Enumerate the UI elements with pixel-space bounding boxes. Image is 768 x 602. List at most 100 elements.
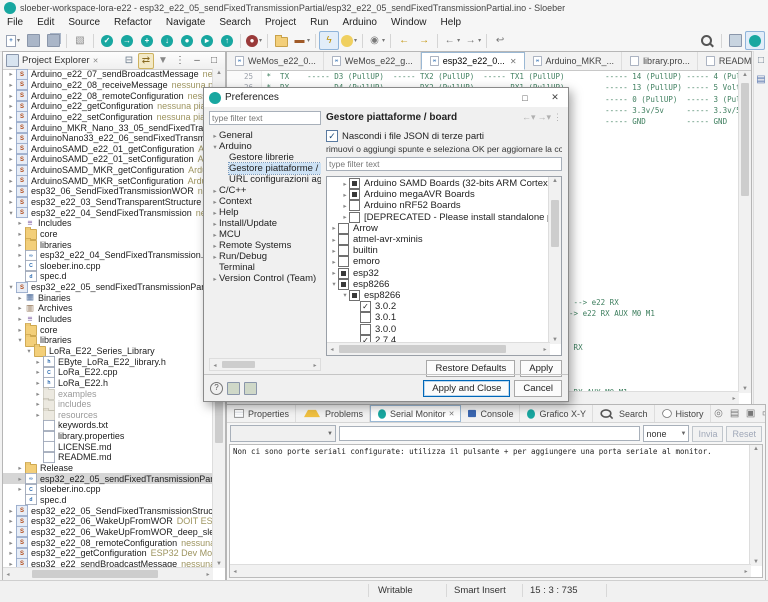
dropdown-arrow-icon[interactable]: ▾ bbox=[382, 37, 385, 44]
tree-item[interactable]: ▸SArduinoSAMD_e22_01_setConfigurationArd… bbox=[3, 153, 213, 165]
expanded-arrow-icon[interactable]: ▾ bbox=[330, 280, 338, 288]
tree-item[interactable]: ▸ core bbox=[3, 227, 213, 241]
nav-horizontal-scrollbar[interactable]: ◂ ▸ bbox=[209, 358, 321, 371]
link-editor-button[interactable]: ⇄ bbox=[138, 52, 154, 69]
close-tab-icon[interactable]: ✕ bbox=[449, 410, 455, 418]
dropdown-arrow-icon[interactable]: ▾ bbox=[457, 37, 460, 44]
line-ending-combo[interactable]: none ▼ bbox=[643, 425, 690, 442]
nav-forward-button[interactable]: → ▾ bbox=[462, 31, 483, 50]
collapsed-arrow-icon[interactable]: ▸ bbox=[16, 230, 24, 238]
collapsed-arrow-icon[interactable]: ▸ bbox=[16, 464, 24, 472]
menu-help[interactable]: Help bbox=[434, 17, 469, 28]
clear-console-button[interactable]: ▭ bbox=[759, 406, 765, 422]
collapsed-arrow-icon[interactable]: ▸ bbox=[34, 390, 42, 398]
board-row[interactable]: ▸ builtin bbox=[328, 245, 549, 257]
collapsed-arrow-icon[interactable]: ▸ bbox=[341, 213, 349, 221]
preferences-nav-item[interactable]: Gestore piattaforme / bo bbox=[209, 162, 321, 175]
tree-item[interactable]: ▸ C LoRa_E22.cpp bbox=[3, 366, 213, 378]
tree-item[interactable]: ▸ resources bbox=[3, 408, 213, 422]
scroll-down-icon[interactable]: ▼ bbox=[750, 559, 762, 565]
menu-file[interactable]: File bbox=[0, 17, 30, 28]
preferences-nav-item[interactable]: URL configurazioni aggi bbox=[209, 174, 321, 185]
tree-item[interactable]: ▸ h LoRa_E22.h bbox=[3, 377, 213, 389]
collapsed-arrow-icon[interactable]: ▸ bbox=[16, 326, 24, 334]
tree-item[interactable]: ▸ Csloeber.ino.cpp bbox=[3, 260, 213, 272]
nav-back-yellow-button[interactable]: ← bbox=[394, 31, 414, 50]
preferences-filter-input[interactable] bbox=[209, 111, 321, 125]
tree-item[interactable]: ▸ Release bbox=[3, 461, 213, 475]
collapsed-arrow-icon[interactable]: ▸ bbox=[341, 180, 349, 188]
dropdown-arrow-icon[interactable]: ▾ bbox=[17, 37, 20, 44]
menu-arduino[interactable]: Arduino bbox=[335, 17, 383, 28]
view-tab-serial-monitor[interactable]: Serial Monitor ✕ bbox=[370, 405, 462, 422]
scroll-left-icon[interactable]: ◂ bbox=[231, 568, 239, 575]
collapsed-arrow-icon[interactable]: ▸ bbox=[211, 231, 219, 239]
preferences-nav-item[interactable]: ▸ Install/Update bbox=[209, 218, 321, 229]
collapse-all-button[interactable]: ⊟ bbox=[121, 53, 137, 69]
scroll-up-icon[interactable]: ▲ bbox=[213, 70, 225, 76]
serial-message-input[interactable] bbox=[339, 426, 641, 441]
collapsed-arrow-icon[interactable]: ▸ bbox=[7, 113, 15, 121]
tree-item[interactable]: ▸SArduino_MKR_Nano_33_05_sendFixedTransm… bbox=[3, 122, 213, 134]
scroll-right-icon[interactable]: ▸ bbox=[730, 395, 738, 402]
tree-item[interactable]: ▸SArduinoSAMD_MKR_getConfigurationArduin… bbox=[3, 164, 213, 176]
preferences-nav-item[interactable]: ▸ Version Control (Team) bbox=[209, 273, 321, 284]
board-checkbox[interactable] bbox=[360, 312, 371, 324]
collapsed-arrow-icon[interactable]: ▸ bbox=[7, 177, 15, 185]
tree-item[interactable]: ▸ ▦ Binaries bbox=[3, 292, 213, 303]
serial-monitor-output[interactable]: Non ci sono porte seriali configurate: u… bbox=[229, 444, 763, 578]
collapsed-arrow-icon[interactable]: ▸ bbox=[16, 475, 24, 483]
collapsed-arrow-icon[interactable]: ▸ bbox=[330, 224, 338, 232]
board-checkbox[interactable] bbox=[338, 234, 349, 246]
tree-item[interactable]: ▸ Sesp32_e22_getConfiguration ESP32 Dev Mo… bbox=[3, 547, 213, 559]
board-config-button[interactable]: ↑ bbox=[217, 31, 237, 50]
board-row[interactable]: ▸ Arduino nRF52 Boards bbox=[328, 200, 549, 212]
menu-source[interactable]: Source bbox=[61, 17, 107, 28]
scrollbar-thumb[interactable] bbox=[339, 345, 507, 353]
collapsed-arrow-icon[interactable]: ▸ bbox=[7, 539, 15, 547]
collapsed-arrow-icon[interactable]: ▸ bbox=[211, 220, 219, 228]
collapsed-arrow-icon[interactable]: ▸ bbox=[211, 198, 219, 206]
import-library-button[interactable]: ↓ bbox=[157, 31, 177, 50]
dialog-maximize-icon[interactable]: □ bbox=[512, 88, 538, 107]
board-checkbox[interactable] bbox=[338, 278, 349, 290]
collapsed-arrow-icon[interactable]: ▸ bbox=[7, 528, 15, 536]
reset-button[interactable]: Reset bbox=[726, 425, 762, 442]
board-checkbox[interactable] bbox=[349, 189, 360, 201]
tree-item[interactable]: library.properties bbox=[3, 430, 213, 442]
collapsed-arrow-icon[interactable]: ▸ bbox=[341, 191, 349, 199]
dialog-close-icon[interactable]: ✕ bbox=[542, 88, 568, 107]
back-history-icon[interactable]: ←▾ bbox=[522, 112, 536, 123]
menu-navigate[interactable]: Navigate bbox=[159, 17, 212, 28]
board-checkbox[interactable] bbox=[349, 289, 360, 301]
bulb-button[interactable]: ▾ bbox=[339, 31, 359, 50]
view-tab-grafico-x-y[interactable]: Grafico X-Y bbox=[520, 405, 593, 422]
scrollbar-thumb[interactable] bbox=[741, 83, 749, 196]
preferences-nav-item[interactable]: ▸ General bbox=[209, 130, 321, 141]
plotter-button[interactable]: ▸ bbox=[197, 31, 217, 50]
scroll-lock-button[interactable]: ▣ bbox=[743, 406, 759, 422]
board-row[interactable]: ▸ Arduino megaAVR Boards bbox=[328, 189, 549, 201]
collapsed-arrow-icon[interactable]: ▸ bbox=[16, 262, 24, 270]
lightning-button[interactable]: ϟ bbox=[319, 31, 340, 50]
view-menu-icon[interactable]: ⋮ bbox=[553, 112, 562, 123]
tree-item[interactable]: ▸ h EByte_LoRa_E22_library.h bbox=[3, 356, 213, 368]
nav-forward-yellow-button[interactable]: → bbox=[414, 31, 434, 50]
editor-tab[interactable]: README.md bbox=[698, 52, 751, 70]
tree-item[interactable]: ▸SArduinoSAMD_e22_01_getConfigurationArd… bbox=[3, 143, 213, 155]
tree-item[interactable]: README.md bbox=[3, 451, 213, 463]
menu-project[interactable]: Project bbox=[258, 17, 303, 28]
collapsed-arrow-icon[interactable]: ▸ bbox=[330, 258, 338, 266]
tree-item[interactable]: ▸ examples bbox=[3, 387, 213, 401]
upload-button[interactable]: → bbox=[117, 31, 137, 50]
tree-item[interactable]: ▸Sesp32_06_SendFixedTransmissionWORnessu… bbox=[3, 185, 213, 197]
editor-tab[interactable]: ∞ WeMos_e22_0... bbox=[227, 52, 324, 70]
dropdown-arrow-icon[interactable]: ▾ bbox=[478, 37, 481, 44]
collapsed-arrow-icon[interactable]: ▸ bbox=[341, 202, 349, 210]
cancel-button[interactable]: Cancel bbox=[514, 379, 562, 397]
dropdown-arrow-icon[interactable]: ▾ bbox=[259, 37, 262, 44]
person-button[interactable]: ◉ ▾ bbox=[366, 31, 387, 50]
editor-tab[interactable]: library.pro... bbox=[622, 52, 698, 70]
collapsed-arrow-icon[interactable]: ▸ bbox=[16, 485, 24, 493]
expanded-arrow-icon[interactable]: ▾ bbox=[16, 336, 24, 344]
